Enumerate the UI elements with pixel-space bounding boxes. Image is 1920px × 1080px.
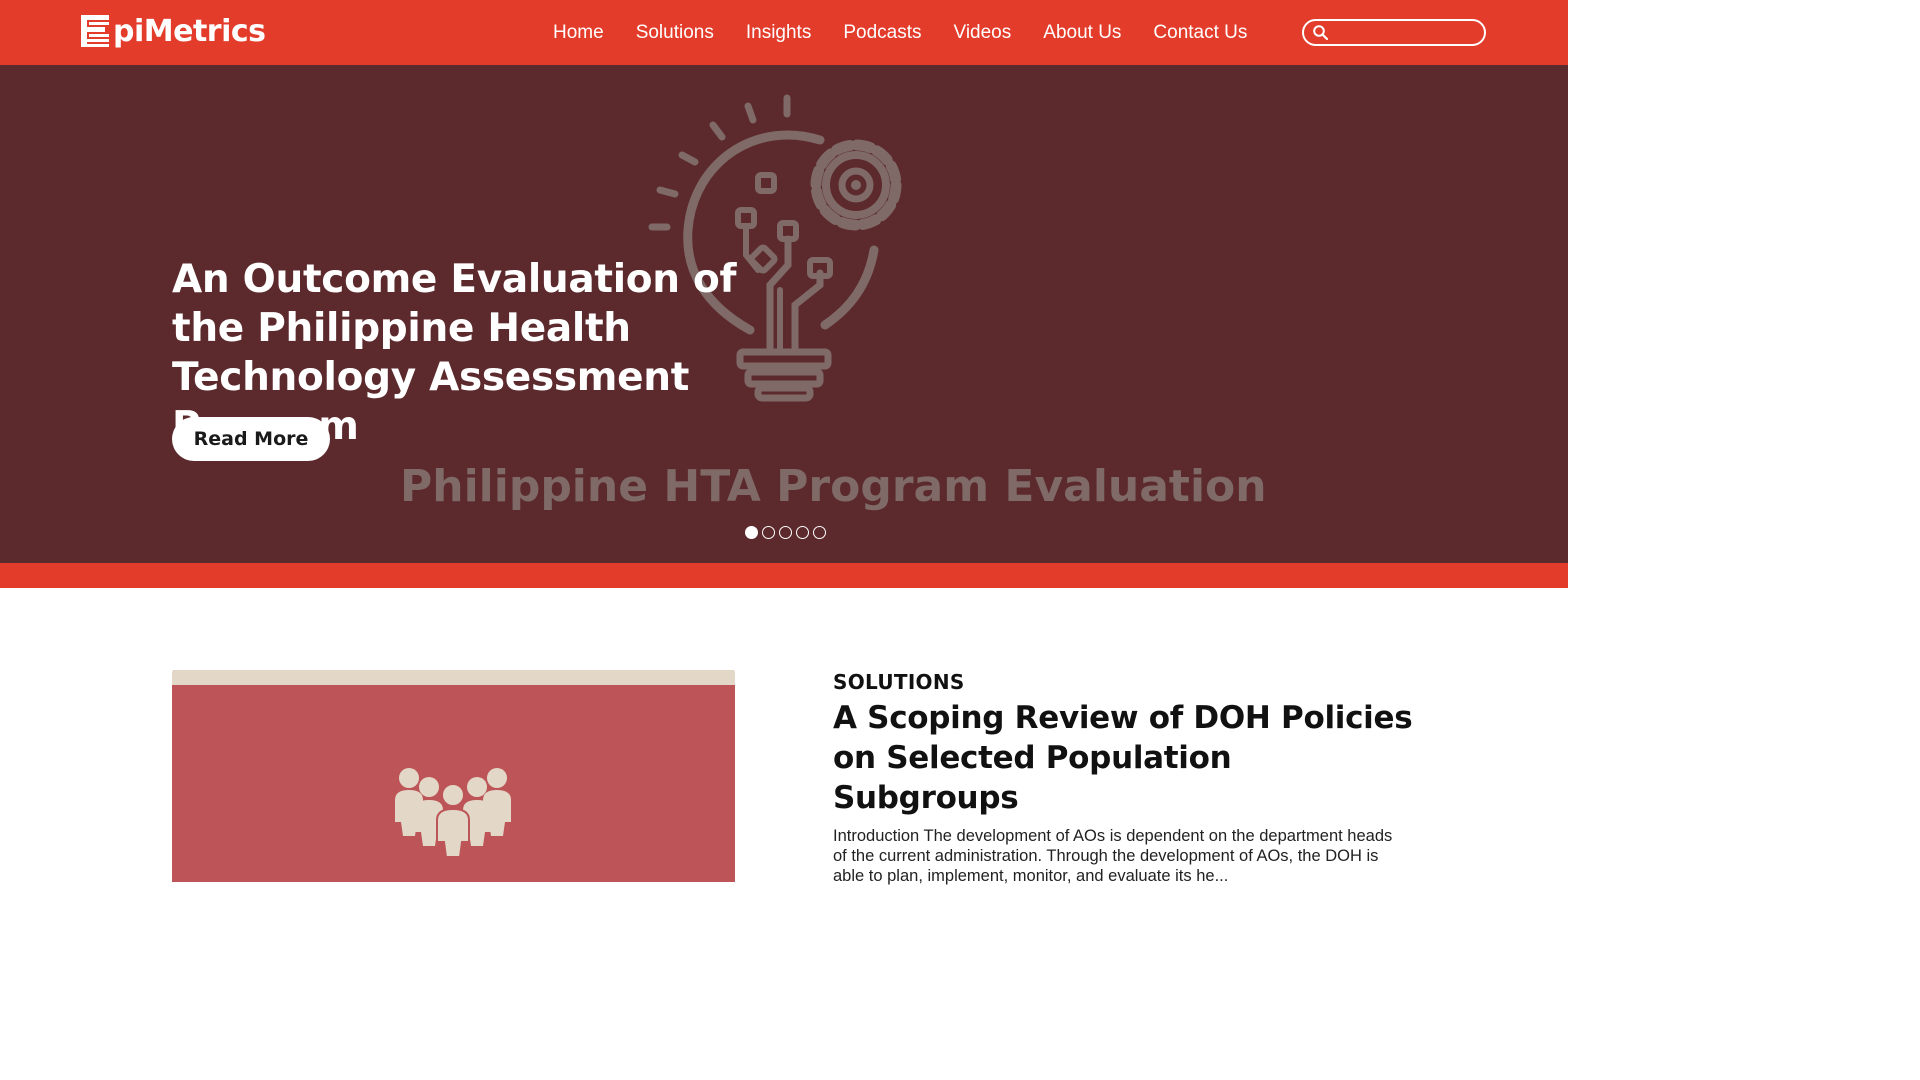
- nav-insights[interactable]: Insights: [730, 22, 827, 44]
- feature-excerpt: Introduction The development of AOs is d…: [833, 827, 1393, 885]
- feature-title[interactable]: A Scoping Review of DOH Policies on Sele…: [833, 698, 1413, 818]
- feature-image-top-strip: [172, 670, 735, 685]
- feature-article: SOLUTIONS A Scoping Review of DOH Polici…: [833, 670, 1413, 886]
- site-logo[interactable]: piMetrics: [81, 12, 266, 50]
- nav-videos[interactable]: Videos: [938, 22, 1028, 44]
- feature-image[interactable]: [172, 670, 735, 882]
- nav-podcasts[interactable]: Podcasts: [827, 22, 937, 44]
- carousel-dot-4[interactable]: [796, 526, 809, 539]
- search-icon[interactable]: [1312, 24, 1329, 41]
- nav-home[interactable]: Home: [537, 22, 620, 44]
- search-box[interactable]: [1302, 19, 1486, 46]
- carousel-dot-2[interactable]: [762, 526, 775, 539]
- carousel-pagination: [745, 526, 826, 539]
- people-group-icon: [395, 768, 511, 858]
- main-nav: Home Solutions Insights Podcasts Videos …: [537, 0, 1263, 65]
- hero-carousel: Philippine HTA Program Evaluation An Out…: [0, 65, 1568, 563]
- carousel-dot-5[interactable]: [813, 526, 826, 539]
- hero-image-caption: Philippine HTA Program Evaluation: [400, 461, 1267, 512]
- logo-text: piMetrics: [113, 13, 266, 49]
- feature-category[interactable]: SOLUTIONS: [833, 670, 1413, 696]
- carousel-dot-1[interactable]: [745, 526, 758, 539]
- search-input[interactable]: [1334, 23, 1479, 42]
- carousel-dot-3[interactable]: [779, 526, 792, 539]
- site-header: piMetrics Home Solutions Insights Podcas…: [0, 0, 1568, 65]
- read-more-button[interactable]: Read More: [172, 417, 330, 461]
- nav-about-us[interactable]: About Us: [1027, 22, 1137, 44]
- nav-solutions[interactable]: Solutions: [620, 22, 730, 44]
- nav-contact-us[interactable]: Contact Us: [1137, 22, 1263, 44]
- section-divider-band: [0, 563, 1568, 588]
- epimetrics-logo-icon: [81, 15, 109, 47]
